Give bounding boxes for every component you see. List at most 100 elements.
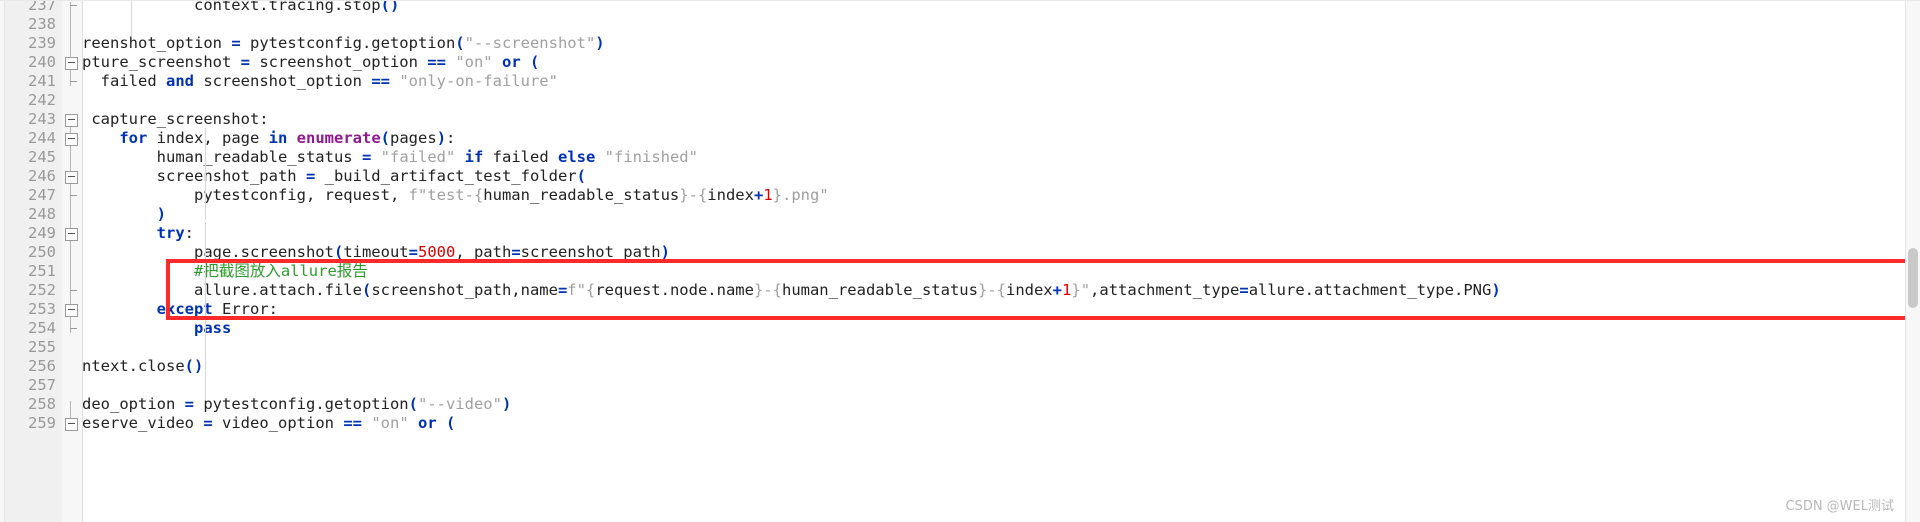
code-token: and xyxy=(166,72,194,90)
code-line[interactable]: human_readable_status = "failed" if fail… xyxy=(82,148,698,167)
code-fold-toggle-icon[interactable] xyxy=(65,57,78,70)
code-token: "on" xyxy=(371,414,409,432)
code-token: screenshot_option xyxy=(194,72,372,90)
code-line[interactable]: ) xyxy=(82,205,166,224)
code-line[interactable]: except Error: xyxy=(82,300,278,319)
code-line[interactable]: allure.attach.file(screenshot_path,name=… xyxy=(82,281,1501,300)
line-number: 241 xyxy=(28,72,56,90)
code-line[interactable]: pture_screenshot = screenshot_option == … xyxy=(82,53,539,72)
code-line[interactable]: page.screenshot(timeout=5000, path=scree… xyxy=(82,243,670,262)
fold-branch-tick xyxy=(70,81,77,82)
code-token: " xyxy=(1080,281,1091,299)
code-token: : xyxy=(446,129,456,147)
code-line[interactable]: capture_screenshot: xyxy=(82,110,268,129)
code-token: , path xyxy=(455,243,512,261)
code-token: pytestconfig.getoption xyxy=(194,395,409,413)
code-line[interactable]: #把截图放入allure报告 xyxy=(82,262,368,281)
code-fold-toggle-icon[interactable] xyxy=(65,304,78,317)
line-number-gutter[interactable]: 237 238 239 240 241 242 243 244 245 246 247 248 249 2… xyxy=(0,0,63,522)
line-number: 248 xyxy=(28,205,56,223)
code-folding-strip[interactable] xyxy=(62,0,83,522)
code-token: 1 xyxy=(1062,281,1072,299)
code-token: or xyxy=(501,53,521,71)
code-line[interactable]: context.tracing.stop() xyxy=(82,0,399,15)
code-line[interactable]: ntext.close() xyxy=(82,357,203,376)
line-number: 253 xyxy=(28,300,56,318)
line-number: 239 xyxy=(28,34,56,52)
code-line[interactable]: eserve_video = video_option == "on" or ( xyxy=(82,414,455,433)
line-number: 255 xyxy=(28,338,56,356)
code-fold-toggle-icon[interactable] xyxy=(65,133,78,146)
code-token: timeout xyxy=(343,243,409,261)
code-token: page.screenshot xyxy=(82,243,334,261)
code-token: { xyxy=(585,281,596,299)
line-number: 259 xyxy=(28,414,56,432)
code-token: ) xyxy=(660,243,670,261)
code-line[interactable]: for index, page in enumerate(pages): xyxy=(82,129,455,148)
code-token: - xyxy=(688,186,698,204)
code-token: _build_artifact_test_folder xyxy=(315,167,577,185)
code-token: "only-on-failure" xyxy=(399,72,558,90)
code-token: pages xyxy=(390,129,437,147)
code-token: { xyxy=(996,281,1006,299)
code-line[interactable]: deo_option = pytestconfig.getoption("--v… xyxy=(82,395,511,414)
fold-branch-tick xyxy=(70,290,77,291)
code-fold-toggle-icon[interactable] xyxy=(65,114,78,127)
code-text-area[interactable]: context.tracing.stop() reenshot_option = … xyxy=(82,0,1920,522)
code-token: index xyxy=(707,186,754,204)
code-token: : xyxy=(184,224,194,242)
line-number: 245 xyxy=(28,148,56,166)
code-token: ( xyxy=(530,53,540,71)
line-number: 249 xyxy=(28,224,56,242)
code-token: ) xyxy=(595,34,605,52)
code-token: ( xyxy=(333,243,344,261)
code-token: try xyxy=(156,224,185,242)
line-number: 254 xyxy=(28,319,56,337)
code-token: deo_option xyxy=(82,395,185,413)
code-token: ,attachment_type xyxy=(1090,281,1240,299)
vertical-scrollbar-thumb[interactable] xyxy=(1908,248,1918,308)
code-token: Error: xyxy=(212,300,278,318)
code-editor[interactable]: 237 238 239 240 241 242 243 244 245 246 247 248 249 2… xyxy=(0,0,1920,522)
code-line[interactable]: reenshot_option = pytestconfig.getoption… xyxy=(82,34,605,53)
code-token: .png" xyxy=(782,186,829,204)
code-line[interactable]: try: xyxy=(82,224,194,243)
indent-guide xyxy=(205,222,206,400)
code-line[interactable]: pytestconfig, request, f"test-{human_rea… xyxy=(82,186,829,205)
line-number: 257 xyxy=(28,376,56,394)
line-number: 247 xyxy=(28,186,56,204)
code-token: or xyxy=(418,414,437,432)
vertical-scrollbar-track[interactable] xyxy=(1905,0,1920,522)
code-token: failed xyxy=(483,148,558,166)
code-token: index, page xyxy=(147,129,269,147)
code-token: "--screenshot" xyxy=(464,34,596,52)
code-line[interactable]: pass xyxy=(82,319,231,338)
code-token: ( xyxy=(576,167,586,185)
code-fold-toggle-icon[interactable] xyxy=(65,418,78,431)
line-number: 237 xyxy=(28,0,56,14)
code-token: ( xyxy=(446,414,456,432)
code-token: pytestconfig, request, xyxy=(82,186,409,204)
code-token: ( xyxy=(361,281,372,299)
code-token: } xyxy=(753,281,764,299)
code-token: () xyxy=(184,357,204,375)
code-line[interactable]: screenshot_path = _build_artifact_test_f… xyxy=(82,167,586,186)
watermark-label: CSDN @WEL测试 xyxy=(1785,499,1894,514)
code-token: = xyxy=(1239,281,1249,299)
code-token: == xyxy=(427,53,446,71)
code-token: - xyxy=(763,281,773,299)
code-line[interactable]: failed and screenshot_option == "only-on… xyxy=(82,72,558,91)
code-fold-toggle-icon[interactable] xyxy=(65,171,78,184)
editor-top-edge xyxy=(0,0,1920,1)
code-token: = xyxy=(511,243,521,261)
code-token: index xyxy=(1005,281,1053,299)
code-fold-toggle-icon[interactable] xyxy=(65,228,78,241)
code-token: reenshot_option xyxy=(82,34,232,52)
code-token: + xyxy=(1052,281,1062,299)
